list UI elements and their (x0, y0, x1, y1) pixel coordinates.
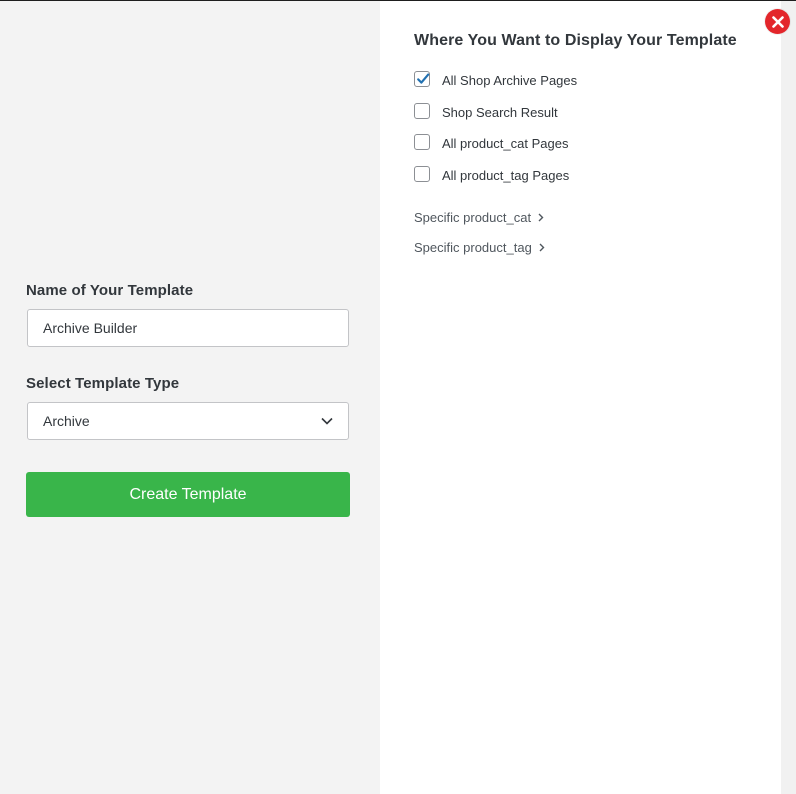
chevron-right-icon (538, 213, 544, 222)
specific-product-tag-link[interactable]: Specific product_tag (414, 240, 545, 255)
specific-label: Specific product_cat (414, 210, 532, 225)
template-name-input[interactable] (27, 309, 349, 347)
create-template-button[interactable]: Create Template (26, 472, 350, 517)
template-form-panel (0, 1, 380, 794)
chevron-down-icon (321, 417, 333, 425)
option-shop-search-result[interactable]: Shop Search Result (414, 102, 558, 120)
template-name-label: Name of Your Template (26, 282, 194, 299)
template-type-label: Select Template Type (26, 375, 180, 392)
option-label: Shop Search Result (442, 105, 558, 120)
template-type-selected: Archive (43, 413, 90, 429)
checkbox-checked[interactable] (414, 71, 430, 87)
template-type-select[interactable]: Archive (27, 402, 349, 440)
display-section-title: Where You Want to Display Your Template (414, 32, 737, 49)
close-button[interactable] (765, 9, 790, 34)
option-label: All Shop Archive Pages (442, 73, 578, 88)
checkbox[interactable] (414, 166, 430, 182)
checkbox[interactable] (414, 134, 430, 150)
option-all-shop-archive[interactable]: All Shop Archive Pages (414, 70, 577, 88)
option-label: All product_tag Pages (442, 168, 570, 183)
specific-product-cat-link[interactable]: Specific product_cat (414, 210, 544, 225)
option-label: All product_cat Pages (442, 136, 569, 151)
specific-label: Specific product_tag (414, 240, 532, 255)
chevron-right-icon (539, 243, 545, 252)
close-icon (771, 15, 784, 28)
scrollbar-track[interactable] (781, 1, 796, 794)
option-all-product-tag[interactable]: All product_tag Pages (414, 165, 569, 183)
checkmark-icon (417, 73, 430, 84)
checkbox[interactable] (414, 103, 430, 119)
option-all-product-cat[interactable]: All product_cat Pages (414, 133, 568, 151)
